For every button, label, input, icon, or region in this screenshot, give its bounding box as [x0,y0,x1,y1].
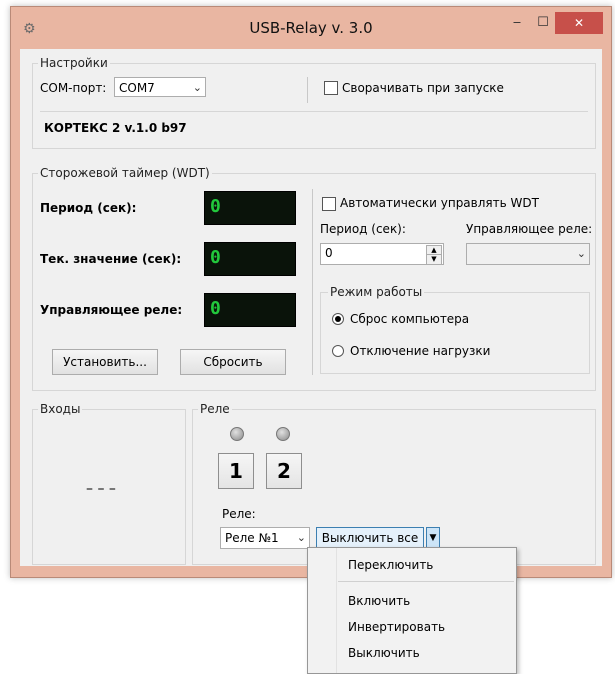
settings-group-label: Настройки [38,56,110,70]
app-window: ⚙ USB-Relay v. 3.0 ‒ ☐ ✕ Настройки COM-п… [10,6,612,578]
period-stepper[interactable]: 0 ▲ ▼ [320,243,444,265]
menu-gutter-divider [336,548,337,673]
title-bar[interactable]: ⚙ USB-Relay v. 3.0 ‒ ☐ ✕ [11,7,611,49]
menu-item-off[interactable]: Выключить [348,646,420,660]
chevron-down-icon: ⌄ [192,81,202,94]
relay-1-button[interactable]: 1 [218,453,254,489]
wdt-group-label: Сторожевой таймер (WDT) [38,166,212,180]
settings-separator [40,111,588,112]
wdt-divider [312,189,313,375]
menu-item-invert[interactable]: Инвертировать [348,620,445,634]
mode-group [320,292,590,374]
close-button[interactable]: ✕ [555,12,603,34]
relay-select-label: Реле: [222,507,256,521]
device-info: КОРТЕКС 2 v.1.0 b97 [44,121,187,135]
relay-select[interactable]: Реле №1 ⌄ [220,527,310,549]
off-all-button[interactable]: Выключить все [316,527,424,549]
client-area: Настройки COM-порт: COM7 ⌄ Сворачивать п… [20,49,602,566]
settings-divider [307,77,308,103]
wdt-current-display: 0 [204,242,296,276]
auto-wdt-label: Автоматически управлять WDT [340,196,539,210]
inputs-value: – – – [86,481,116,497]
relays-group-label: Реле [198,402,232,416]
relay-action-menu: Переключить Включить Инвертировать Выклю… [307,547,517,674]
period-input-value: 0 [325,246,333,260]
mode-group-label: Режим работы [328,285,425,299]
chevron-down-icon: ⌄ [296,531,306,544]
menu-item-toggle[interactable]: Переключить [348,558,433,572]
com-port-label: COM-порт: [40,81,107,95]
stepper-down-icon[interactable]: ▼ [426,254,442,265]
period-input-label: Период (сек): [320,222,406,236]
relay-1-lamp-icon [230,427,244,441]
wdt-period-label: Период (сек): [40,201,137,215]
set-button[interactable]: Установить... [52,349,158,375]
mode-disconnect-label: Отключение нагрузки [350,344,491,358]
relay-select-label: Управляющее реле: [466,222,593,236]
mode-reset-radio[interactable] [332,313,344,325]
wdt-relay-select[interactable]: ⌄ [466,243,590,265]
com-port-select[interactable]: COM7 ⌄ [114,77,206,97]
relay-2-button[interactable]: 2 [266,453,302,489]
mode-disconnect-radio[interactable] [332,345,344,357]
settings-group [32,63,596,149]
wdt-relay-label: Управляющее реле: [40,303,183,317]
relay-select-value: Реле №1 [225,531,279,545]
com-port-value: COM7 [119,81,155,95]
mode-reset-label: Сброс компьютера [350,312,470,326]
maximize-button[interactable]: ☐ [531,13,555,33]
wdt-current-label: Тек. значение (сек): [40,252,182,266]
menu-item-on[interactable]: Включить [348,594,410,608]
relay-2-lamp-icon [276,427,290,441]
off-all-dropdown-icon[interactable]: ▼ [426,527,440,549]
wdt-relay-display: 0 [204,293,296,327]
reset-button[interactable]: Сбросить [180,349,286,375]
chevron-down-icon: ⌄ [576,247,586,260]
checkbox-box[interactable] [322,197,336,211]
inputs-group-label: Входы [38,402,83,416]
minimize-on-start-checkbox[interactable] [324,81,338,98]
minimize-button[interactable]: ‒ [505,13,529,33]
checkbox-box[interactable] [324,81,338,95]
auto-wdt-checkbox[interactable] [322,197,336,214]
menu-separator [338,581,514,582]
wdt-period-display: 0 [204,191,296,225]
minimize-on-start-label: Сворачивать при запуске [342,81,504,95]
